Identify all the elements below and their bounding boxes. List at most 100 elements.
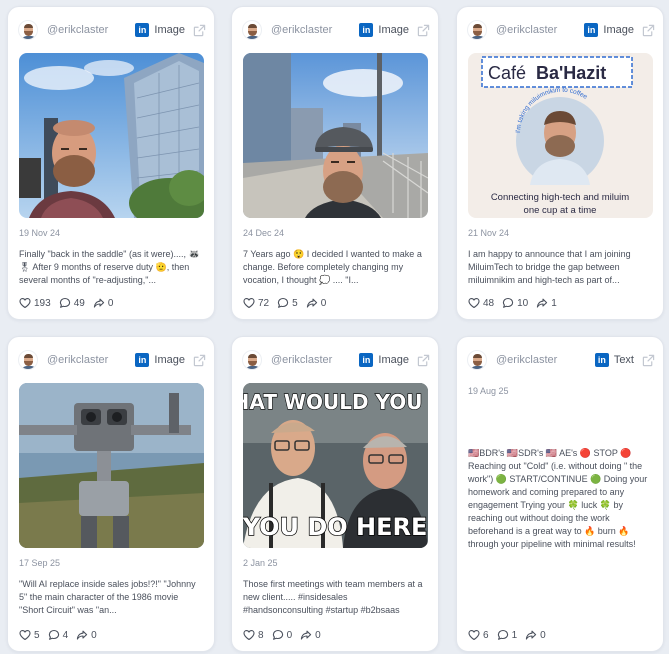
avatar[interactable]: [242, 20, 262, 40]
comments-count: 5: [292, 297, 298, 309]
post-date: 24 Dec 24: [243, 228, 285, 238]
share-icon: [76, 629, 88, 641]
post-excerpt: "Will AI replace inside sales jobs!?!" "…: [19, 579, 196, 615]
post-excerpt: 7 Years ago 😲 I decided I wanted to make…: [243, 249, 422, 285]
post-date: 21 Nov 24: [468, 228, 510, 238]
linkedin-icon: in: [584, 23, 599, 37]
avatar[interactable]: [18, 20, 38, 40]
heart-icon: [243, 297, 255, 309]
external-link-icon[interactable]: [642, 354, 655, 367]
linkedin-icon: in: [594, 353, 609, 367]
comment-icon: [59, 297, 71, 309]
avatar[interactable]: [467, 350, 487, 370]
shares-count: 0: [91, 629, 97, 641]
comment-icon: [277, 297, 289, 309]
comments-stat: 10: [502, 297, 528, 309]
comments-stat: 1: [497, 629, 518, 641]
author-handle[interactable]: @erikclaster: [47, 24, 135, 36]
post-date: 19 Aug 25: [468, 386, 509, 396]
linkedin-icon: in: [359, 353, 374, 367]
heart-icon: [243, 629, 255, 641]
comment-icon: [272, 629, 284, 641]
post-date: 2 Jan 25: [243, 558, 278, 568]
comment-icon: [497, 629, 509, 641]
comments-stat: 5: [277, 297, 298, 309]
shares-count: 0: [107, 297, 114, 309]
likes-count: 5: [34, 629, 40, 641]
post-date: 17 Sep 25: [19, 558, 61, 568]
post-image[interactable]: [243, 53, 428, 218]
post-image[interactable]: [19, 383, 204, 548]
shares-stat: 0: [525, 629, 546, 641]
likes-stat: 8: [243, 629, 264, 641]
meme-bottom-text: YOU DO HERE: [243, 513, 427, 541]
external-link-icon[interactable]: [417, 24, 430, 37]
post-card[interactable]: @erikclaster in Image WHAT WOULD YOU SA …: [231, 336, 439, 652]
likes-count: 48: [483, 297, 495, 309]
shares-stat: 0: [93, 297, 114, 309]
engagement-stats: 48 10 1: [468, 297, 557, 309]
comments-stat: 49: [59, 297, 85, 309]
image-caption-2: one cup at a time: [524, 205, 597, 216]
post-type-label: Image: [154, 354, 185, 366]
card-header: @erikclaster in Image: [242, 19, 430, 41]
post-card[interactable]: @erikclaster in Image Café Ba'Hazit I'm …: [456, 6, 664, 320]
comments-count: 4: [62, 629, 69, 641]
post-text: 🇺🇸BDR's 🇺🇸SDR's 🇺🇸 AE's 🔴 STOP 🔴 Reachin…: [468, 448, 648, 549]
avatar[interactable]: [467, 20, 487, 40]
heart-icon: [19, 629, 31, 641]
shares-count: 0: [320, 297, 327, 309]
post-card[interactable]: @erikclaster in Image 19 Nov 24 Finally …: [7, 6, 215, 320]
external-link-icon[interactable]: [193, 354, 206, 367]
post-image[interactable]: [19, 53, 204, 218]
heart-icon: [468, 297, 480, 309]
engagement-stats: 6 1 0: [468, 629, 546, 641]
shares-stat: 0: [300, 629, 321, 641]
post-image[interactable]: WHAT WOULD YOU SA YOU DO HERE: [243, 383, 428, 548]
avatar[interactable]: [18, 350, 38, 370]
external-link-icon[interactable]: [193, 24, 206, 37]
linkedin-icon: in: [135, 353, 150, 367]
post-card[interactable]: @erikclaster in Text 19 Aug 25 🇺🇸BDR's 🇺…: [456, 336, 664, 652]
card-header: @erikclaster in Text: [467, 349, 655, 371]
likes-stat: 193: [19, 297, 51, 309]
shares-count: 0: [315, 629, 321, 641]
engagement-stats: 72 5 0: [243, 297, 326, 309]
post-card[interactable]: @erikclaster in Image 24 Dec 24 7 Years …: [231, 6, 439, 320]
meme-top-text: WHAT WOULD YOU SA: [243, 390, 428, 414]
likes-count: 6: [483, 629, 489, 641]
post-type-label: Image: [378, 24, 409, 36]
post-image[interactable]: Café Ba'Hazit I'm taking miluimnikim to …: [468, 53, 653, 218]
card-header: @erikclaster in Image: [467, 19, 655, 41]
heart-icon: [19, 297, 31, 309]
engagement-stats: 8 0 0: [243, 629, 321, 641]
shares-stat: 0: [76, 629, 97, 641]
share-icon: [536, 297, 548, 309]
post-type-label: Text: [613, 354, 634, 366]
comments-count: 49: [73, 297, 85, 309]
comments-count: 1: [511, 629, 518, 641]
shares-count: 1: [551, 297, 557, 309]
external-link-icon[interactable]: [417, 354, 430, 367]
post-excerpt: Those first meetings with team members a…: [243, 579, 423, 615]
external-link-icon[interactable]: [642, 24, 655, 37]
author-handle[interactable]: @erikclaster: [271, 24, 359, 36]
shares-stat: 0: [306, 297, 327, 309]
post-excerpt: Finally "back in the saddle" (as it were…: [19, 249, 200, 285]
linkedin-icon: in: [359, 23, 374, 37]
avatar[interactable]: [242, 350, 262, 370]
author-handle[interactable]: @erikclaster: [496, 24, 584, 36]
share-icon: [525, 629, 537, 641]
card-header: @erikclaster in Image: [242, 349, 430, 371]
comments-count: 10: [517, 297, 529, 309]
shares-count: 0: [540, 629, 546, 641]
post-card[interactable]: @erikclaster in Image 17 Sep 25 "Will AI…: [7, 336, 215, 652]
likes-stat: 48: [468, 297, 494, 309]
author-handle[interactable]: @erikclaster: [496, 354, 595, 366]
heart-icon: [468, 629, 480, 641]
author-handle[interactable]: @erikclaster: [47, 354, 135, 366]
likes-stat: 5: [19, 629, 40, 641]
comments-count: 0: [286, 629, 293, 641]
author-handle[interactable]: @erikclaster: [271, 354, 359, 366]
image-title-1: Café: [488, 63, 526, 83]
